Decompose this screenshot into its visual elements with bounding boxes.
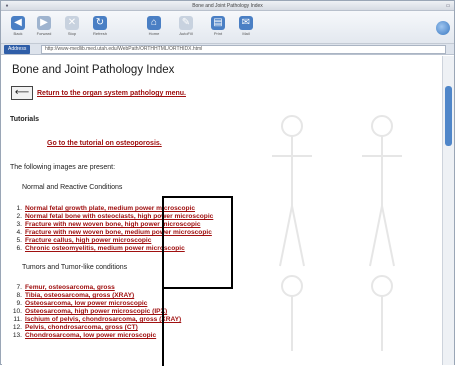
- section-heading-tumors: Tumors and Tumor-like conditions: [22, 264, 128, 271]
- refresh-label: Refresh: [92, 31, 107, 36]
- return-to-menu-link[interactable]: Return to the organ system pathology men…: [37, 90, 186, 97]
- autofill-label: AutoFill: [179, 31, 193, 36]
- home-button[interactable]: ⌂ Home: [141, 14, 167, 41]
- list-item[interactable]: 13. Chondrosarcoma, low power microscopic: [8, 331, 156, 340]
- print-icon: ▤: [211, 16, 225, 30]
- stop-button[interactable]: ✕ Stop: [59, 14, 85, 41]
- refresh-icon: ↻: [93, 16, 107, 30]
- tutorials-heading: Tutorials: [10, 116, 40, 123]
- vertical-scrollbar[interactable]: [442, 56, 454, 365]
- stop-label: Stop: [67, 31, 77, 36]
- back-label: Back: [13, 31, 23, 36]
- home-label: Home: [148, 31, 160, 36]
- forward-arrow-icon: ▶: [37, 16, 51, 30]
- collapse-window-icon[interactable]: ▭: [444, 2, 452, 10]
- mail-label: Mail: [242, 31, 250, 36]
- forward-label: Forward: [36, 31, 52, 36]
- skeleton-watermark-icon: [272, 115, 402, 351]
- home-icon: ⌂: [147, 16, 161, 30]
- images-intro-text: The following images are present:: [10, 164, 116, 171]
- scroll-thumb[interactable]: [445, 86, 452, 146]
- highlight-box: [162, 196, 233, 289]
- close-window-icon[interactable]: ●: [3, 2, 11, 10]
- print-label: Print: [213, 31, 223, 36]
- back-button[interactable]: ◀ Back: [5, 14, 31, 41]
- autofill-icon: ✎: [179, 16, 193, 30]
- browser-window: Bone and Joint Pathology Index ● ▭ ◀ Bac…: [0, 0, 455, 366]
- browser-logo-icon: [436, 21, 450, 35]
- mail-icon: ✉: [239, 16, 253, 30]
- osteoporosis-tutorial-link[interactable]: Go to the tutorial on osteoporosis.: [47, 140, 162, 147]
- list-item[interactable]: 6. Chronic osteomyelitis, medium power mi…: [8, 244, 185, 253]
- mail-button[interactable]: ✉ Mail: [233, 14, 259, 41]
- toolbar: ◀ Back ▶ Forward ✕ Stop ↻ Refresh ⌂ Home…: [1, 11, 454, 44]
- print-button[interactable]: ▤ Print: [205, 14, 231, 41]
- section-heading-normal: Normal and Reactive Conditions: [22, 184, 123, 191]
- stop-icon: ✕: [65, 16, 79, 30]
- refresh-button[interactable]: ↻ Refresh: [87, 14, 113, 41]
- title-bar: Bone and Joint Pathology Index ● ▭: [1, 1, 454, 11]
- address-bar: Address http://www-medlib.med.utah.edu/W…: [1, 44, 454, 55]
- back-arrow-icon: ◀: [11, 16, 25, 30]
- page-title: Bone and Joint Pathology Index: [12, 64, 175, 76]
- forward-button[interactable]: ▶ Forward: [31, 14, 57, 41]
- url-field[interactable]: http://www-medlib.med.utah.edu/WebPath/O…: [41, 45, 446, 54]
- autofill-button[interactable]: ✎ AutoFill: [173, 14, 199, 41]
- window-title: Bone and Joint Pathology Index: [192, 3, 263, 9]
- return-arrow-icon[interactable]: ⟵: [11, 86, 33, 100]
- highlight-pointer-line: [162, 289, 164, 366]
- address-label: Address: [4, 45, 31, 54]
